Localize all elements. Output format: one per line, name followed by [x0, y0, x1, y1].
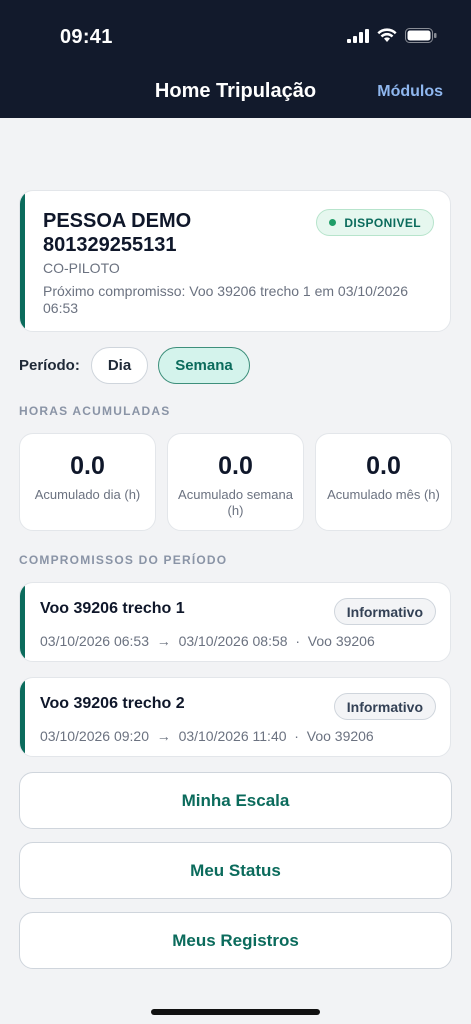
signal-icon [347, 28, 369, 43]
next-commitment: Próximo compromisso: Voo 39206 trecho 1 … [43, 283, 408, 316]
crew-profile-card: PESSOA DEMO 801329255131 CO-PILOTO Próxi… [19, 190, 451, 332]
separator-dot: · [294, 728, 299, 744]
wifi-icon [377, 28, 397, 42]
stat-label: Acumulado semana (h) [178, 487, 293, 518]
my-records-button[interactable]: Meus Registros [19, 912, 452, 969]
stat-value: 0.0 [366, 452, 401, 480]
stat-card-month: 0.0 Acumulado mês (h) [315, 433, 452, 531]
my-schedule-button[interactable]: Minha Escala [19, 772, 452, 829]
my-status-button[interactable]: Meu Status [19, 842, 452, 899]
commitment-tag: Informativo [333, 693, 436, 720]
arrow-right-icon: → [156, 633, 171, 649]
stat-label: Acumulado dia (h) [34, 487, 141, 502]
stat-value: 0.0 [218, 452, 253, 480]
status-time: 09:41 [60, 26, 113, 48]
commitment-meta: 03/10/2026 06:53 → 03/10/2026 08:58 · Vo… [40, 633, 375, 649]
commitment-card-1[interactable]: Voo 39206 trecho 1 Informativo 03/10/202… [19, 582, 451, 662]
status-label: DISPONIVEL [344, 215, 421, 230]
top-bar: 09:41 Home Tripulação Módulos [0, 0, 471, 118]
commitment-title: Voo 39206 trecho 2 [40, 695, 185, 712]
commitment-meta: 03/10/2026 09:20 → 03/10/2026 11:40 · Vo… [40, 728, 374, 744]
stat-card-week: 0.0 Acumulado semana (h) [167, 433, 304, 531]
arrow-right-icon: → [156, 728, 171, 744]
commitment-end: 03/10/2026 08:58 [178, 633, 288, 649]
crew-role: CO-PILOTO [43, 260, 120, 276]
status-icons [347, 28, 437, 43]
commitment-end: 03/10/2026 11:40 [178, 728, 287, 744]
separator-dot: · [295, 633, 301, 649]
crew-id: 801329255131 [43, 234, 177, 256]
commitment-start: 03/10/2026 06:53 [40, 633, 149, 649]
commitment-tag: Informativo [333, 598, 436, 625]
commitment-flight: Voo 39206 [306, 728, 374, 744]
stat-value: 0.0 [70, 452, 105, 480]
status-dot-icon [329, 219, 337, 226]
commitments-section-title: COMPROMISSOS DO PERÍODO [19, 553, 228, 567]
period-chip-day[interactable]: Dia [90, 347, 149, 384]
modules-link[interactable]: Módulos [377, 83, 443, 101]
crew-name: PESSOA DEMO [43, 210, 192, 232]
period-label: Período: [19, 357, 80, 374]
commitment-start: 03/10/2026 09:20 [40, 728, 149, 744]
period-chip-week[interactable]: Semana [158, 347, 250, 384]
commitment-title: Voo 39206 trecho 1 [40, 600, 185, 617]
stat-card-day: 0.0 Acumulado dia (h) [19, 433, 156, 531]
battery-icon [405, 28, 437, 43]
period-selector: Período: Dia Semana [19, 347, 260, 384]
home-indicator[interactable] [151, 1009, 320, 1015]
status-badge: DISPONIVEL [316, 209, 434, 236]
commitment-card-2[interactable]: Voo 39206 trecho 2 Informativo 03/10/202… [19, 677, 451, 757]
hours-section-title: HORAS ACUMULADAS [19, 404, 171, 418]
commitment-flight: Voo 39206 [307, 633, 375, 649]
stat-label: Acumulado mês (h) [327, 487, 440, 502]
